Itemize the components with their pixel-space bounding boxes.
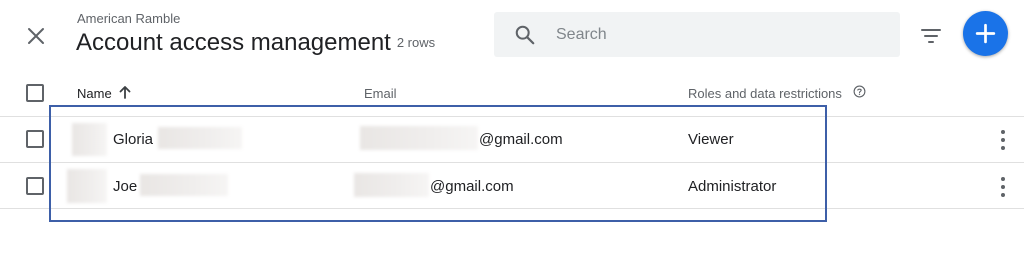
arrow-up-icon[interactable] bbox=[118, 85, 132, 99]
add-user-button[interactable] bbox=[963, 11, 1008, 56]
more-vertical-icon bbox=[1001, 130, 1005, 134]
row-checkbox[interactable] bbox=[26, 177, 44, 195]
more-vertical-icon bbox=[1001, 185, 1005, 189]
row-count: 2 rows bbox=[396, 35, 436, 50]
page-title-text: Account access management bbox=[76, 29, 391, 56]
page-title: Account access management 2 rows bbox=[76, 29, 435, 57]
more-vertical-icon bbox=[1001, 138, 1005, 142]
column-header-name[interactable]: Name bbox=[77, 86, 112, 101]
row-menu-button[interactable] bbox=[998, 129, 1008, 151]
help-circle-icon[interactable] bbox=[853, 85, 866, 98]
filter-button[interactable] bbox=[919, 24, 943, 48]
more-vertical-icon bbox=[1001, 177, 1005, 181]
row-menu-button[interactable] bbox=[998, 176, 1008, 198]
column-header-email: Email bbox=[364, 86, 397, 101]
search-bar[interactable] bbox=[494, 12, 900, 57]
more-vertical-icon bbox=[1001, 193, 1005, 197]
highlight-box bbox=[49, 105, 827, 222]
plus-icon bbox=[975, 23, 996, 44]
select-all-checkbox[interactable] bbox=[26, 84, 44, 102]
close-icon bbox=[28, 28, 44, 44]
column-header-roles: Roles and data restrictions bbox=[688, 86, 842, 101]
more-vertical-icon bbox=[1001, 146, 1005, 150]
row-checkbox[interactable] bbox=[26, 130, 44, 148]
search-icon bbox=[515, 25, 535, 45]
search-input[interactable] bbox=[556, 12, 886, 57]
account-name: American Ramble bbox=[77, 11, 181, 26]
filter-icon bbox=[921, 29, 941, 43]
close-button[interactable] bbox=[24, 24, 48, 48]
